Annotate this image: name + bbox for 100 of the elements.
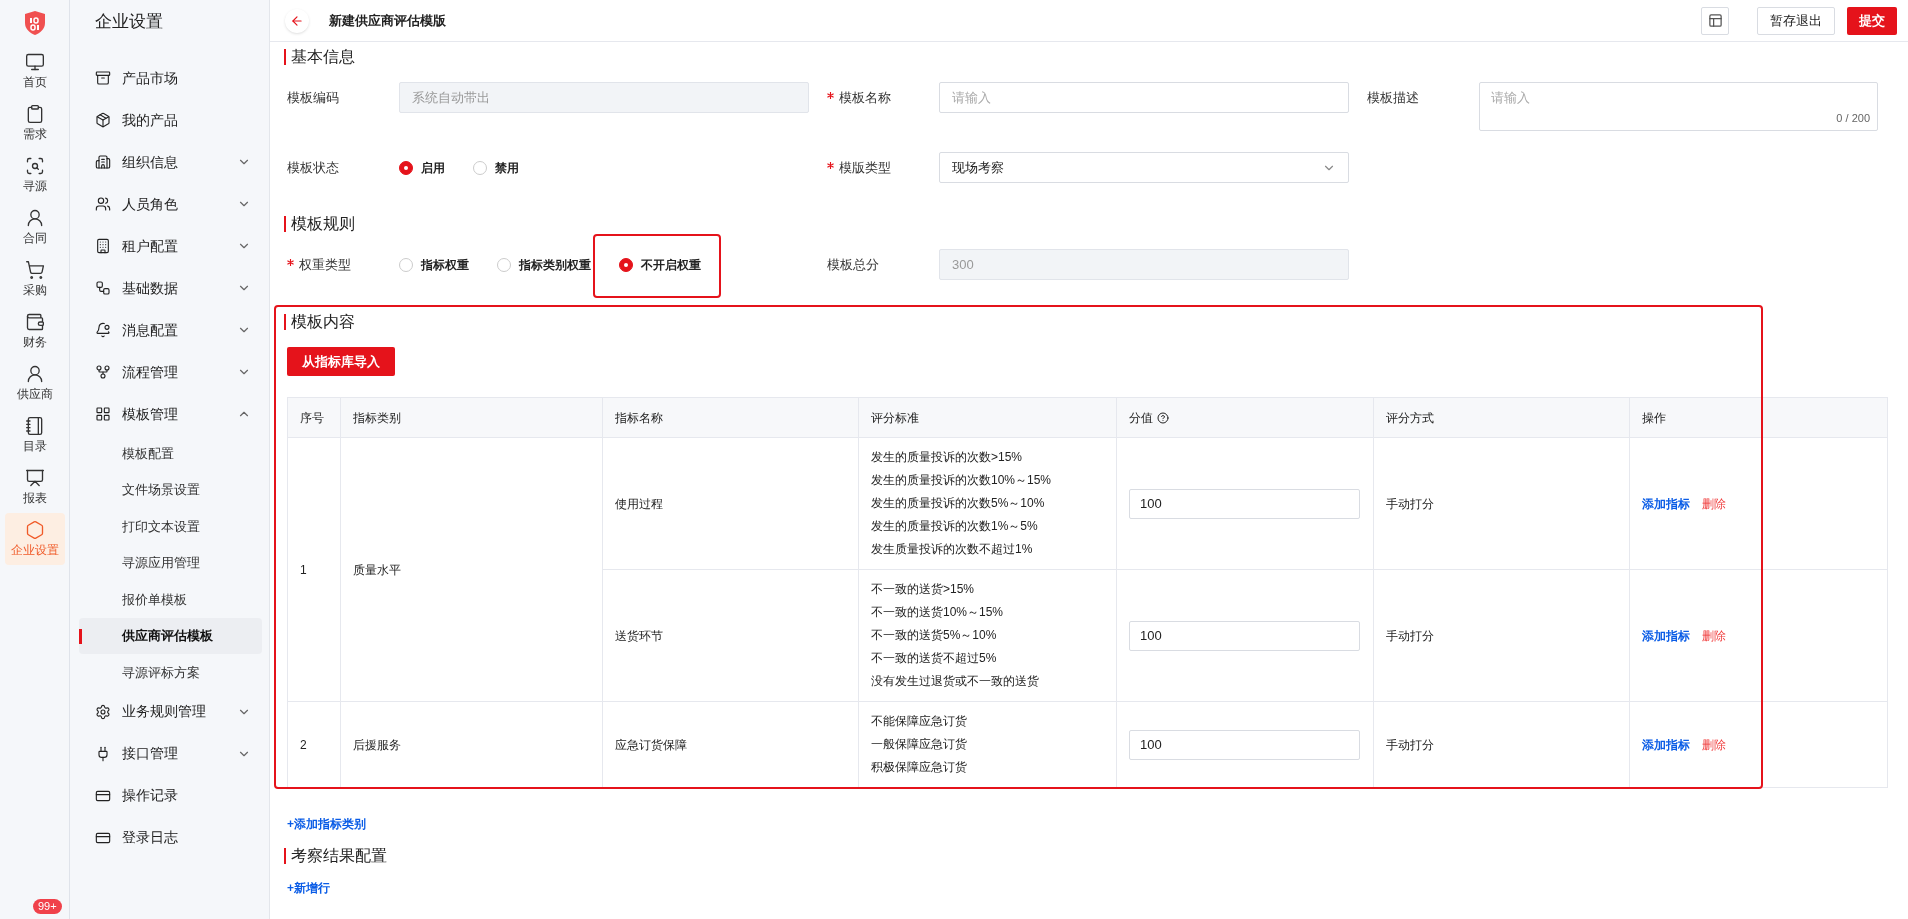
add-indicator-link[interactable]: 添加指标 <box>1642 626 1690 645</box>
field-label: 模板名称 <box>839 88 891 107</box>
table-cell: 2 <box>300 737 307 752</box>
criterion-text: 发生的质量投诉的次数5%～10% <box>871 495 1046 512</box>
sidebar-item[interactable]: 模板管理 <box>70 393 269 435</box>
sidebar-item[interactable]: 基础数据 <box>70 267 269 309</box>
criterion-text: 不能保障应急订货 <box>871 713 968 730</box>
type-select[interactable]: 现场考察 <box>939 152 1349 183</box>
sidebar-subitem[interactable]: 打印文本设置 <box>79 508 262 545</box>
sidebar-item[interactable]: 租户配置 <box>70 225 269 267</box>
table-cell: 质量水平 <box>353 562 401 577</box>
sidebar-subitem[interactable]: 供应商评估模板 <box>79 617 262 654</box>
delete-link[interactable]: 删除 <box>1702 735 1726 754</box>
sidebar-item[interactable]: 业务规则管理 <box>70 690 269 733</box>
rail-item[interactable]: 首页 <box>4 45 65 97</box>
import-button[interactable]: 从指标库导入 <box>287 347 395 376</box>
branch-icon <box>95 364 111 380</box>
sidebar-subitem[interactable]: 寻源应用管理 <box>79 544 262 581</box>
save-exit-button[interactable]: 暂存退出 <box>1757 6 1835 35</box>
section-title: 模板规则 <box>291 214 355 234</box>
rail-item[interactable]: 采购 <box>4 253 65 305</box>
score-field[interactable]: 100 <box>1129 729 1360 760</box>
rail-item[interactable]: 需求 <box>4 97 65 149</box>
search-icon <box>24 155 45 176</box>
sidebar-item[interactable]: 组织信息 <box>70 141 269 183</box>
grid-icon <box>95 406 111 422</box>
delete-link[interactable]: 删除 <box>1702 494 1726 513</box>
table-cell: 使用过程 <box>615 496 663 511</box>
add-category-link[interactable]: +添加指标类别 <box>287 815 366 833</box>
sidebar-item[interactable]: 产品市场 <box>70 57 269 99</box>
criterion-text: 不一致的送货10%～15% <box>871 604 1005 621</box>
sidebar-item[interactable]: 接口管理 <box>70 732 269 775</box>
table-cell: 手动打分 <box>1386 496 1434 511</box>
add-indicator-link[interactable]: 添加指标 <box>1642 494 1690 513</box>
sidebar-item[interactable]: 消息配置 <box>70 309 269 351</box>
table-cell: 后援服务 <box>353 737 401 752</box>
rail-item[interactable]: 合同 <box>4 201 65 253</box>
sidebar-item[interactable]: 人员角色 <box>70 183 269 225</box>
logo-icon <box>22 10 47 36</box>
section-title: 考察结果配置 <box>291 846 387 866</box>
tray-icon <box>95 70 111 86</box>
submit-button[interactable]: 提交 <box>1847 6 1897 35</box>
sidebar-item[interactable]: 流程管理 <box>70 351 269 393</box>
sidebar-item[interactable]: 我的产品 <box>70 99 269 141</box>
wallet-icon <box>24 311 45 332</box>
criterion-text: 发生的质量投诉的次数>15% <box>871 449 1024 466</box>
section-title: 模板内容 <box>291 312 355 332</box>
help-icon <box>1157 411 1169 424</box>
criterion-text: 发生质量投诉的次数不超过1% <box>871 541 1034 558</box>
plug-icon <box>95 745 111 762</box>
score-field[interactable]: 100 <box>1129 620 1360 651</box>
char-counter: 0 / 200 <box>1836 110 1870 126</box>
add-indicator-link[interactable]: 添加指标 <box>1642 735 1690 754</box>
criterion-text: 发生的质量投诉的次数10%～15% <box>871 472 1053 489</box>
table-cell: 送货环节 <box>615 628 663 643</box>
presentation-icon <box>24 467 45 488</box>
rail-item[interactable]: 报表 <box>4 461 65 513</box>
score-field[interactable]: 100 <box>1129 488 1360 519</box>
section-title: 基本信息 <box>291 47 355 67</box>
sidebar-item[interactable]: 登录日志 <box>70 816 269 859</box>
column-header: 指标类别 <box>353 409 401 427</box>
sidebar-subitem[interactable]: 寻源评标方案 <box>79 654 262 691</box>
criterion-text: 一般保障应急订货 <box>871 736 968 753</box>
sidebar-subitem[interactable]: 报价单模板 <box>79 581 262 618</box>
building-icon <box>95 238 111 254</box>
field-label: 权重类型 <box>299 255 351 274</box>
field-label: 模版类型 <box>839 158 891 177</box>
radio-option[interactable]: 不开启权重 <box>619 255 701 274</box>
field-label: 模板总分 <box>827 255 879 274</box>
sidebar-title: 企业设置 <box>95 11 163 33</box>
radio-option[interactable]: 禁用 <box>473 158 519 177</box>
table-cell: 1 <box>300 562 307 577</box>
active-indicator <box>79 628 82 644</box>
table-cell: 手动打分 <box>1386 737 1434 752</box>
sidebar-subitem[interactable]: 文件场景设置 <box>79 471 262 508</box>
criterion-text: 没有发生过退货或不一致的送货 <box>871 673 1040 690</box>
text-field[interactable]: 请输入 <box>939 82 1349 113</box>
hexagon-icon <box>24 519 45 540</box>
required-icon <box>287 259 294 266</box>
settings-icon <box>95 703 111 720</box>
required-icon <box>827 92 834 99</box>
delete-link[interactable]: 删除 <box>1702 626 1726 645</box>
rail-item[interactable]: 供应商 <box>4 357 65 409</box>
sidebar-subitem[interactable]: 模板配置 <box>79 435 262 472</box>
column-header: 指标名称 <box>615 409 663 427</box>
column-header: 操作 <box>1642 409 1666 427</box>
add-row-link[interactable]: +新增行 <box>287 879 330 897</box>
criterion-text: 不一致的送货不超过5% <box>871 650 998 667</box>
radio-option[interactable]: 启用 <box>399 158 445 177</box>
column-header: 序号 <box>300 409 324 427</box>
sidebar-item[interactable]: 操作记录 <box>70 774 269 817</box>
field-label: 模板状态 <box>287 158 339 177</box>
radio-option[interactable]: 指标类别权重 <box>497 255 591 274</box>
field-label: 模板描述 <box>1367 88 1419 107</box>
rail-item[interactable]: 寻源 <box>4 149 65 201</box>
layout-button[interactable] <box>1701 6 1729 35</box>
table-cell: 手动打分 <box>1386 628 1434 643</box>
rail-item[interactable]: 目录 <box>4 409 65 461</box>
rail-item[interactable]: 财务 <box>4 305 65 357</box>
radio-option[interactable]: 指标权重 <box>399 255 469 274</box>
